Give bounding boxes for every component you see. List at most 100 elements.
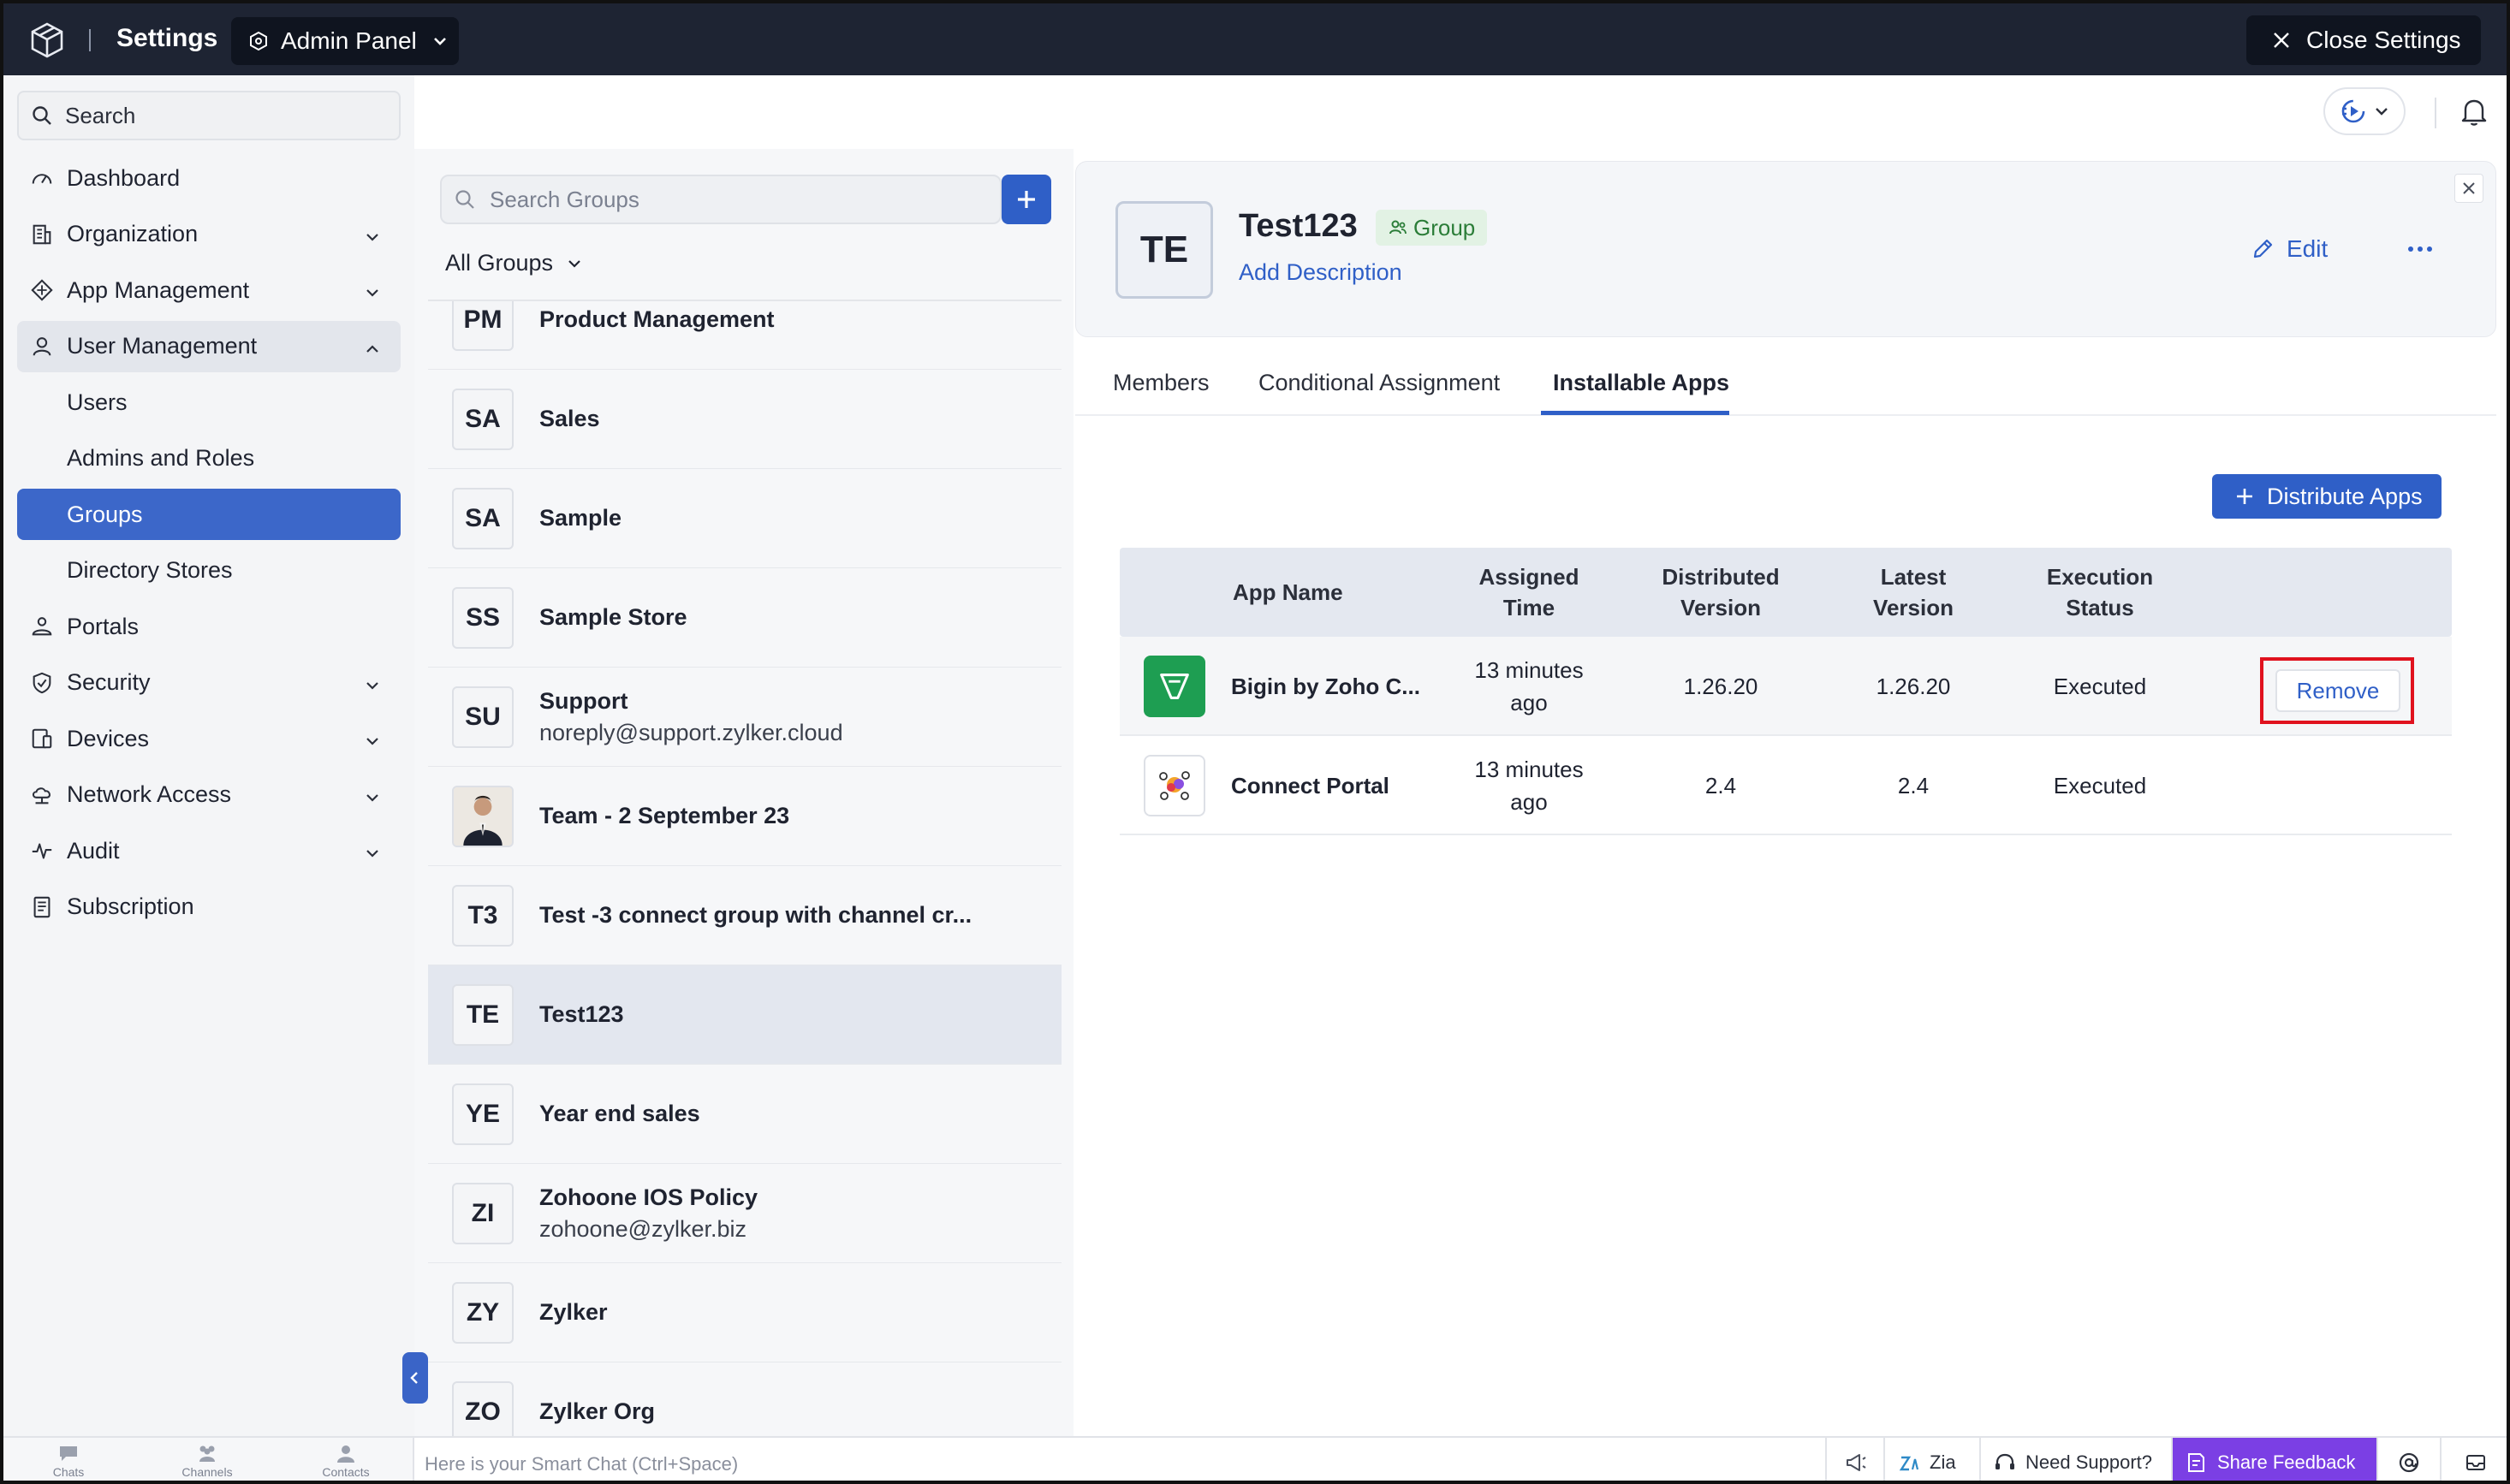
group-list-item[interactable]: ZI Zohoone IOS Policy zohoone@zylker.biz [428,1164,1062,1263]
zia-button[interactable]: Zia [1883,1438,1979,1481]
channels-button[interactable]: Channels [173,1443,241,1479]
latest-version-cell: 1.26.20 [1876,674,1951,699]
group-list-item[interactable]: T3 Test -3 connect group with channel cr.… [428,866,1062,965]
group-list-item[interactable]: SA Sales [428,370,1062,469]
group-list-item[interactable]: Team - 2 September 23 [428,767,1062,866]
group-list-item[interactable]: ZO Zylker Org [428,1362,1062,1436]
need-support-button[interactable]: Need Support? [1979,1438,2171,1481]
more-options-button[interactable] [2405,234,2436,264]
sidebar-item-directory-stores[interactable]: Directory Stores [17,545,401,597]
share-feedback-button[interactable]: Share Feedback [2171,1438,2376,1481]
sidebar-item-label: Devices [67,725,150,751]
header-execution-status: Execution Status [2046,564,2154,620]
sidebar-item-audit[interactable]: Audit [17,825,401,876]
group-list-item[interactable]: SA Sample [428,469,1062,568]
group-badge-label: Group [1413,214,1476,240]
status-menu-button[interactable] [2323,87,2406,135]
collapse-sidebar-button[interactable] [402,1352,428,1404]
app-window: Settings Admin Panel Close Settings Sear… [0,0,2510,1484]
group-text: Zylker [539,1299,608,1326]
sidebar-item-label: Organization [67,221,199,246]
announcement-button[interactable] [1825,1438,1883,1481]
app-name-cell[interactable]: Connect Portal [1231,736,1454,835]
add-description-link[interactable]: Add Description [1239,259,1402,286]
all-groups-filter[interactable]: All Groups [445,250,584,276]
chevron-down-icon [363,674,382,693]
group-list-item[interactable]: PM Product Management [428,301,1062,370]
group-name: Team - 2 September 23 [539,803,790,828]
sidebar-item-devices[interactable]: Devices [17,713,401,764]
group-list-item[interactable]: TE Test123 [428,965,1062,1065]
search-groups-input[interactable]: Search Groups [440,175,1002,224]
close-settings-button[interactable]: Close Settings [2246,15,2481,65]
edit-button[interactable]: Edit [2251,235,2328,263]
sidebar-item-subscription[interactable]: Subscription [17,881,401,933]
sidebar-item-dashboard[interactable]: Dashboard [17,152,401,204]
cloud-network-icon [29,782,55,808]
sidebar-item-label: Directory Stores [67,557,233,583]
sidebar-item-organization[interactable]: Organization [17,209,401,260]
group-list-item[interactable]: YE Year end sales [428,1065,1062,1164]
sidebar-item-user-management[interactable]: User Management [17,320,401,372]
remove-button[interactable]: Remove [2275,669,2400,712]
chats-button[interactable]: Chats [34,1443,103,1479]
group-list-item[interactable]: SU Support noreply@support.zylker.cloud [428,668,1062,767]
group-photo-avatar [452,785,514,847]
sidebar-search-placeholder: Search [65,102,136,128]
sidebar-search-input[interactable]: Search [17,91,401,140]
header-assigned-time: Assigned Time [1478,564,1579,620]
contacts-button[interactable]: Contacts [312,1443,380,1479]
execution-status-cell: Executed [2053,674,2147,699]
group-text: Product Management [539,306,775,333]
pencil-icon [2253,239,2273,258]
tab-members[interactable]: Members [1113,370,1210,396]
share-feedback-label: Share Feedback [2217,1451,2356,1473]
app-logo-icon[interactable] [27,21,67,60]
distribute-apps-button[interactable]: Distribute Apps [2212,474,2442,519]
smart-chat-input[interactable]: Here is your Smart Chat (Ctrl+Space) [425,1453,738,1475]
group-email: zohoone@zylker.biz [539,1215,747,1242]
group-name: Zylker [539,1299,608,1325]
table-row[interactable]: Bigin by Zoho C... 13 minutes ago 1.26.2… [1120,637,2452,736]
close-detail-button[interactable] [2454,174,2483,203]
group-list-item[interactable]: SS Sample Store [428,568,1062,668]
at-sign-icon [2399,1452,2419,1473]
group-name: Support [539,687,628,714]
sidebar-item-admins-and-roles[interactable]: Admins and Roles [17,433,401,484]
mention-button[interactable] [2376,1438,2440,1481]
bigin-icon [1144,656,1205,717]
group-name: Sample [539,505,622,531]
table-row[interactable]: Connect Portal 13 minutes ago 2.4 2.4 Ex… [1120,736,2452,835]
admin-panel-dropdown[interactable]: Admin Panel [231,17,459,65]
group-avatar: ZY [452,1281,514,1344]
sidebar-item-security[interactable]: Security [17,657,401,709]
group-text: Sample [539,505,622,531]
sidebar-item-groups[interactable]: Groups [17,489,401,540]
sidebar-item-label: User Management [67,333,258,359]
chevron-down-icon [433,38,446,45]
chats-label: Chats [52,1465,85,1479]
group-type-badge: Group [1376,210,1488,246]
inbox-button[interactable] [2440,1438,2507,1481]
user-icon [29,334,55,359]
sidebar-item-label: Users [67,389,128,415]
shield-icon [29,670,55,696]
sidebar-item-app-management[interactable]: App Management [17,264,401,316]
search-icon [455,190,474,209]
chevron-up-icon [363,338,382,357]
bell-icon[interactable] [2457,94,2491,128]
tab-conditional-assignment[interactable]: Conditional Assignment [1258,370,1500,396]
tab-installable-apps[interactable]: Installable Apps [1553,370,1729,396]
chat-bubble-icon [60,1446,77,1461]
group-list-item[interactable]: ZY Zylker [428,1263,1062,1362]
add-group-button[interactable] [1002,175,1051,224]
chevron-down-icon [2376,108,2388,116]
sidebar-item-users[interactable]: Users [17,377,401,428]
group-list: PM Product Management SA Sales SA Sample SS Sam… [428,300,1062,1436]
admin-panel-label: Admin Panel [281,27,417,54]
app-name-cell[interactable]: Bigin by Zoho C... [1231,637,1454,736]
sidebar-item-network-access[interactable]: Network Access [17,769,401,821]
active-tab-indicator [1541,411,1729,415]
sidebar-item-portals[interactable]: Portals [17,601,401,652]
assigned-time-cell: 13 minutes ago [1474,657,1584,715]
